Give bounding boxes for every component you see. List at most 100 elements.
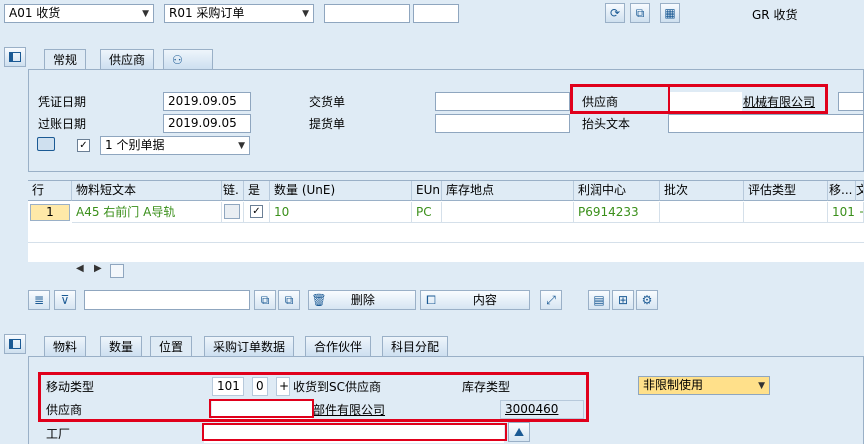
horizontal-scrollbar[interactable]: ◀ ▶	[28, 262, 864, 280]
scroll-left-icon[interactable]: ◀	[76, 263, 84, 274]
row-ok-checkbox[interactable]: ✓	[250, 205, 263, 218]
row-material-text[interactable]: A45 右前门 A导轨	[72, 202, 222, 223]
post-date-label: 过账日期	[38, 117, 87, 131]
movement-indicator-input[interactable]: 0	[252, 377, 268, 396]
item-vendor-code: 3000460	[500, 400, 584, 419]
row-ok-cell[interactable]: ✓	[244, 202, 270, 223]
vendor-extra-input[interactable]	[838, 92, 864, 111]
settings-icon[interactable]: ⚙	[636, 290, 658, 310]
plant-input[interactable]	[204, 424, 504, 443]
grid-search-input[interactable]	[84, 290, 250, 310]
reference-item-input[interactable]	[413, 4, 459, 23]
tab-po-data[interactable]: 采购订单数据	[204, 336, 295, 356]
row-valuation-type[interactable]	[744, 202, 828, 223]
binoculars-icon[interactable]: ⧉	[630, 3, 650, 23]
header-text-input[interactable]	[668, 114, 864, 133]
tab-partner[interactable]: 合作伙伴	[305, 336, 372, 356]
doc-date-input[interactable]: 2019.09.05	[163, 92, 251, 111]
reference-value: R01 采购订单	[169, 6, 245, 20]
post-date-input[interactable]: 2019.09.05	[163, 114, 251, 133]
movement-type-label: 移动类型	[46, 380, 95, 394]
execute-icon[interactable]: ⟳	[605, 3, 625, 23]
expand-icon[interactable]: ≣	[28, 290, 50, 310]
find-icon[interactable]: ⧉	[254, 290, 276, 310]
fullscreen-icon[interactable]: ⤢	[540, 290, 562, 310]
tab-where[interactable]: 位置	[150, 336, 193, 357]
filter-icon[interactable]: ⊽	[54, 290, 76, 310]
bill-of-lading-label: 提货单	[309, 117, 346, 131]
scroll-right-icon[interactable]: ▶	[94, 263, 102, 274]
print-checkbox[interactable]: ✓	[77, 139, 90, 152]
row-batch[interactable]	[660, 202, 744, 223]
tab-quantity-label: 数量	[109, 340, 134, 354]
slip-select-value: 1 个别单据	[105, 138, 165, 152]
col-storage-loc[interactable]: 库存地点	[442, 181, 574, 201]
reference-number-input[interactable]	[324, 4, 410, 23]
contents-button-label: 内容	[472, 293, 497, 307]
vendor-label: 供应商	[582, 95, 619, 109]
col-ok[interactable]: 是	[244, 181, 270, 201]
slip-select[interactable]: 1 个别单据 ▼	[100, 136, 250, 155]
reference-select[interactable]: R01 采购订单 ▼	[164, 4, 314, 23]
tab-account-assignment[interactable]: 科目分配	[382, 336, 449, 356]
col-more[interactable]: 文	[856, 181, 864, 201]
item-vendor-label: 供应商	[46, 403, 83, 417]
transaction-select[interactable]: A01 收货 ▼	[4, 4, 154, 23]
col-profit-center[interactable]: 利润中心	[574, 181, 660, 201]
tab-vendor[interactable]: 供应商	[100, 49, 155, 69]
tab-general-label: 常规	[53, 53, 78, 67]
bill-of-lading-input[interactable]	[435, 114, 570, 133]
delivery-note-label: 交货单	[309, 95, 346, 109]
col-qty[interactable]: 数量 (UnE)	[270, 181, 412, 201]
delete-button[interactable]: 🗑 删除	[308, 290, 416, 310]
col-line[interactable]: 行	[28, 181, 72, 201]
movement-description: 收货到SC供应商	[293, 380, 381, 394]
tab-general[interactable]: 常规	[44, 49, 87, 70]
copy-icon: ⧠	[426, 293, 436, 307]
add-row-icon[interactable]: ⊞	[612, 290, 634, 310]
tab-partner-label: 合作伙伴	[314, 340, 363, 354]
printer-icon[interactable]	[37, 137, 55, 151]
col-batch[interactable]: 批次	[660, 181, 744, 201]
header-toggle-icon[interactable]	[4, 47, 26, 67]
tab-quantity[interactable]: 数量	[100, 336, 143, 356]
stock-type-label: 库存类型	[462, 380, 511, 394]
items-grid: 行 物料短文本 链. 是 数量 (UnE) EUn 库存地点 利润中心 批次 评…	[28, 180, 864, 263]
row-line-button[interactable]: 1	[28, 202, 72, 223]
row-link-cell[interactable]	[222, 202, 244, 223]
empty-row	[28, 243, 864, 263]
row-unit[interactable]: PC	[412, 202, 442, 223]
col-material-text[interactable]: 物料短文本	[72, 181, 222, 201]
tab-partners[interactable]: ⚇	[163, 49, 213, 69]
empty-row	[28, 223, 864, 243]
grid-settings-icon[interactable]: ▦	[660, 3, 680, 23]
col-link[interactable]: 链.	[222, 181, 244, 201]
row-line-value: 1	[30, 204, 70, 221]
find-next-icon[interactable]: ⧉	[278, 290, 300, 310]
tab-material[interactable]: 物料	[44, 336, 87, 356]
delivery-note-input[interactable]	[435, 92, 570, 111]
row-movement[interactable]: 101 +	[828, 202, 864, 223]
layout-icon[interactable]: ▤	[588, 290, 610, 310]
scroll-thumb[interactable]	[110, 264, 124, 278]
contents-button[interactable]: ⧠ 内容	[420, 290, 530, 310]
people-icon: ⚇	[172, 53, 183, 67]
item-vendor-input[interactable]	[212, 400, 312, 419]
document-icon[interactable]	[224, 204, 240, 219]
doc-date-label: 凭证日期	[38, 95, 87, 109]
chevron-down-icon: ▼	[142, 9, 149, 19]
header-text-label: 抬头文本	[582, 117, 631, 131]
item-toggle-icon[interactable]	[4, 334, 26, 354]
row-storage-loc[interactable]	[442, 202, 574, 223]
row-qty[interactable]: 10	[270, 202, 412, 223]
vendor-name: 机械有限公司	[743, 95, 816, 109]
vendor-input[interactable]	[668, 92, 742, 111]
row-profit-center[interactable]: P6914233	[574, 202, 660, 223]
col-movement[interactable]: 移...	[828, 181, 856, 201]
movement-type-input[interactable]: 101	[212, 377, 244, 396]
plant-lookup-icon[interactable]: ⛰	[508, 422, 530, 442]
col-valuation-type[interactable]: 评估类型	[744, 181, 828, 201]
stock-type-select[interactable]: 非限制使用 ▼	[638, 376, 770, 395]
col-unit[interactable]: EUn	[412, 181, 442, 201]
transaction-value: A01 收货	[9, 6, 61, 20]
